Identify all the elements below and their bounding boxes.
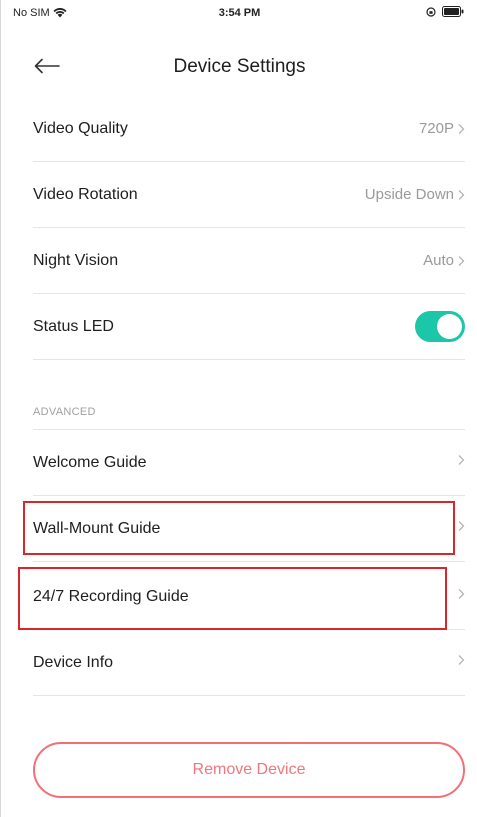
orientation-lock-icon — [426, 6, 436, 17]
welcome-guide-chevron-group — [457, 454, 465, 466]
chevron-right-icon — [458, 455, 465, 465]
chevron-right-icon — [458, 655, 465, 665]
video-quality-label: Video Quality — [33, 120, 128, 137]
recording-guide-row[interactable]: 24/7 Recording Guide — [33, 564, 465, 630]
battery-icon — [442, 6, 464, 17]
video-rotation-label: Video Rotation — [33, 186, 138, 203]
status-bar: No SIM 3:54 PM — [1, 0, 477, 28]
night-vision-value-group: Auto — [423, 252, 465, 269]
status-right-group — [426, 6, 464, 17]
status-led-toggle[interactable] — [415, 311, 465, 342]
video-rotation-row[interactable]: Video Rotation Upside Down — [33, 162, 465, 228]
wall-mount-guide-row[interactable]: Wall-Mount Guide — [33, 496, 465, 562]
chevron-right-icon — [458, 123, 465, 134]
device-info-row[interactable]: Device Info — [33, 630, 465, 696]
chevron-right-icon — [458, 589, 465, 599]
wall-mount-guide-chevron-group — [457, 520, 465, 532]
advanced-section-header: ADVANCED — [33, 400, 465, 430]
video-quality-value: 720P — [418, 120, 454, 137]
welcome-guide-label: Welcome Guide — [33, 454, 147, 471]
chevron-right-icon — [458, 521, 465, 531]
toggle-knob — [437, 314, 462, 339]
video-quality-row[interactable]: Video Quality 720P — [33, 96, 465, 162]
advanced-section-label: ADVANCED — [33, 406, 96, 418]
video-rotation-value-group: Upside Down — [365, 186, 465, 203]
recording-guide-label: 24/7 Recording Guide — [33, 588, 189, 605]
chevron-right-icon — [458, 189, 465, 200]
night-vision-value: Auto — [423, 252, 454, 269]
chevron-right-icon — [458, 255, 465, 266]
night-vision-label: Night Vision — [33, 252, 119, 269]
recording-guide-chevron-group — [457, 588, 465, 600]
page-title: Device Settings — [173, 56, 306, 77]
welcome-guide-row[interactable]: Welcome Guide — [33, 430, 465, 496]
wall-mount-guide-label: Wall-Mount Guide — [33, 520, 161, 537]
night-vision-row[interactable]: Night Vision Auto — [33, 228, 465, 294]
device-info-label: Device Info — [33, 654, 114, 671]
status-led-row: Status LED — [33, 294, 465, 360]
video-quality-value-group: 720P — [419, 120, 465, 137]
status-led-label: Status LED — [33, 318, 114, 335]
nav-header: Device Settings — [1, 40, 477, 94]
status-time: 3:54 PM — [218, 7, 261, 19]
device-info-chevron-group — [457, 654, 465, 666]
remove-device-button[interactable]: Remove Device — [33, 742, 465, 798]
video-rotation-value: Upside Down — [364, 186, 454, 203]
device-settings-screen: No SIM 3:54 PM Device Settings Video Qua… — [0, 0, 477, 817]
